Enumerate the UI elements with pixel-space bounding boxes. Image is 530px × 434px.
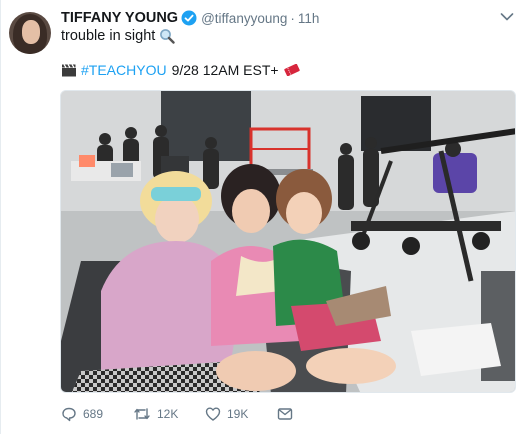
retweet-count: 12K bbox=[157, 407, 179, 421]
chevron-down-icon[interactable] bbox=[500, 12, 514, 22]
direct-message-button[interactable] bbox=[277, 407, 349, 421]
hashtag-link[interactable]: #TEACHYOU bbox=[81, 62, 167, 78]
reply-count: 689 bbox=[83, 407, 104, 421]
tweet-card[interactable]: TIFFANY YOUNG @tiffanyyoung · 11h troubl… bbox=[0, 0, 530, 434]
schedule-text: 9/28 12AM EST+ bbox=[171, 62, 279, 78]
tweet-photo[interactable] bbox=[60, 90, 516, 393]
ticket-icon bbox=[283, 64, 300, 76]
like-count: 19K bbox=[227, 407, 249, 421]
avatar-face bbox=[22, 20, 40, 44]
tweet-actions: 689 12K 19K bbox=[61, 404, 349, 424]
author-name[interactable]: TIFFANY YOUNG bbox=[61, 10, 178, 26]
tweet-header: TIFFANY YOUNG @tiffanyyoung · 11h bbox=[61, 8, 319, 28]
studio-photo-illustration bbox=[61, 91, 515, 392]
author-handle[interactable]: @tiffanyyoung bbox=[201, 11, 287, 26]
magnifying-glass-icon bbox=[160, 29, 176, 44]
tweet-text-line2: #TEACHYOU 9/28 12AM EST+ bbox=[61, 62, 300, 78]
verified-badge-icon bbox=[181, 10, 197, 26]
like-icon bbox=[205, 407, 221, 421]
clapper-board-icon bbox=[62, 64, 76, 77]
tweet-timestamp[interactable]: 11h bbox=[298, 11, 320, 26]
tweet-text: trouble in sight bbox=[61, 28, 156, 44]
like-button[interactable]: 19K bbox=[205, 406, 277, 422]
retweet-button[interactable]: 12K bbox=[133, 406, 205, 422]
header-separator: · bbox=[290, 10, 295, 26]
tweet-text-line1: trouble in sight bbox=[61, 28, 176, 44]
author-avatar[interactable] bbox=[9, 12, 51, 54]
reply-icon bbox=[62, 407, 76, 422]
reply-button[interactable]: 689 bbox=[61, 406, 133, 422]
retweet-icon bbox=[134, 408, 150, 420]
direct-message-icon bbox=[277, 408, 293, 420]
